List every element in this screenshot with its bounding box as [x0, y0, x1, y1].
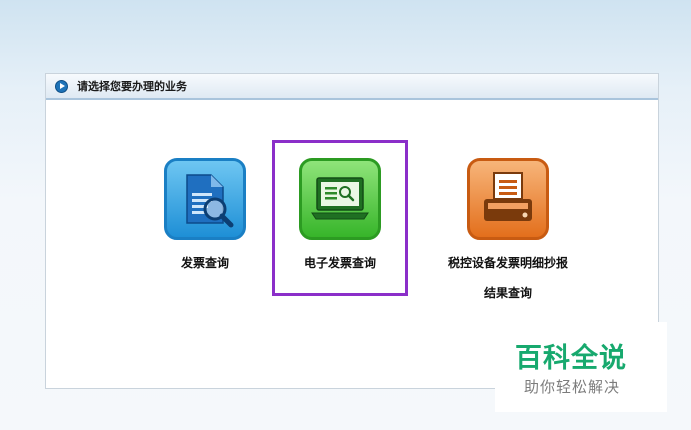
printer-icon[interactable]	[467, 158, 549, 240]
panel-title: 请选择您要办理的业务	[77, 80, 187, 93]
panel-header: 请选择您要办理的业务	[46, 74, 658, 100]
invoice-query-tile[interactable]: 发票查询	[155, 158, 255, 270]
tax-device-report-query-label-line2: 结果查询	[483, 286, 532, 300]
e-invoice-query-tile[interactable]: 电子发票查询	[272, 140, 408, 296]
tax-device-report-query-tile[interactable]: 税控设备发票明细抄报 结果查询	[422, 158, 594, 300]
watermark: 百科全说 助你轻松解决	[495, 322, 667, 412]
play-circle-icon	[55, 79, 68, 93]
invoice-query-label: 发票查询	[180, 256, 229, 270]
watermark-subtitle: 助你轻松解决	[524, 378, 621, 396]
tax-device-report-query-label-line1: 税控设备发票明细抄报	[447, 256, 568, 270]
document-search-icon[interactable]	[164, 158, 246, 240]
laptop-search-icon[interactable]	[299, 158, 381, 240]
watermark-title: 百科全说	[515, 343, 627, 374]
e-invoice-query-label: 电子发票查询	[303, 256, 376, 270]
